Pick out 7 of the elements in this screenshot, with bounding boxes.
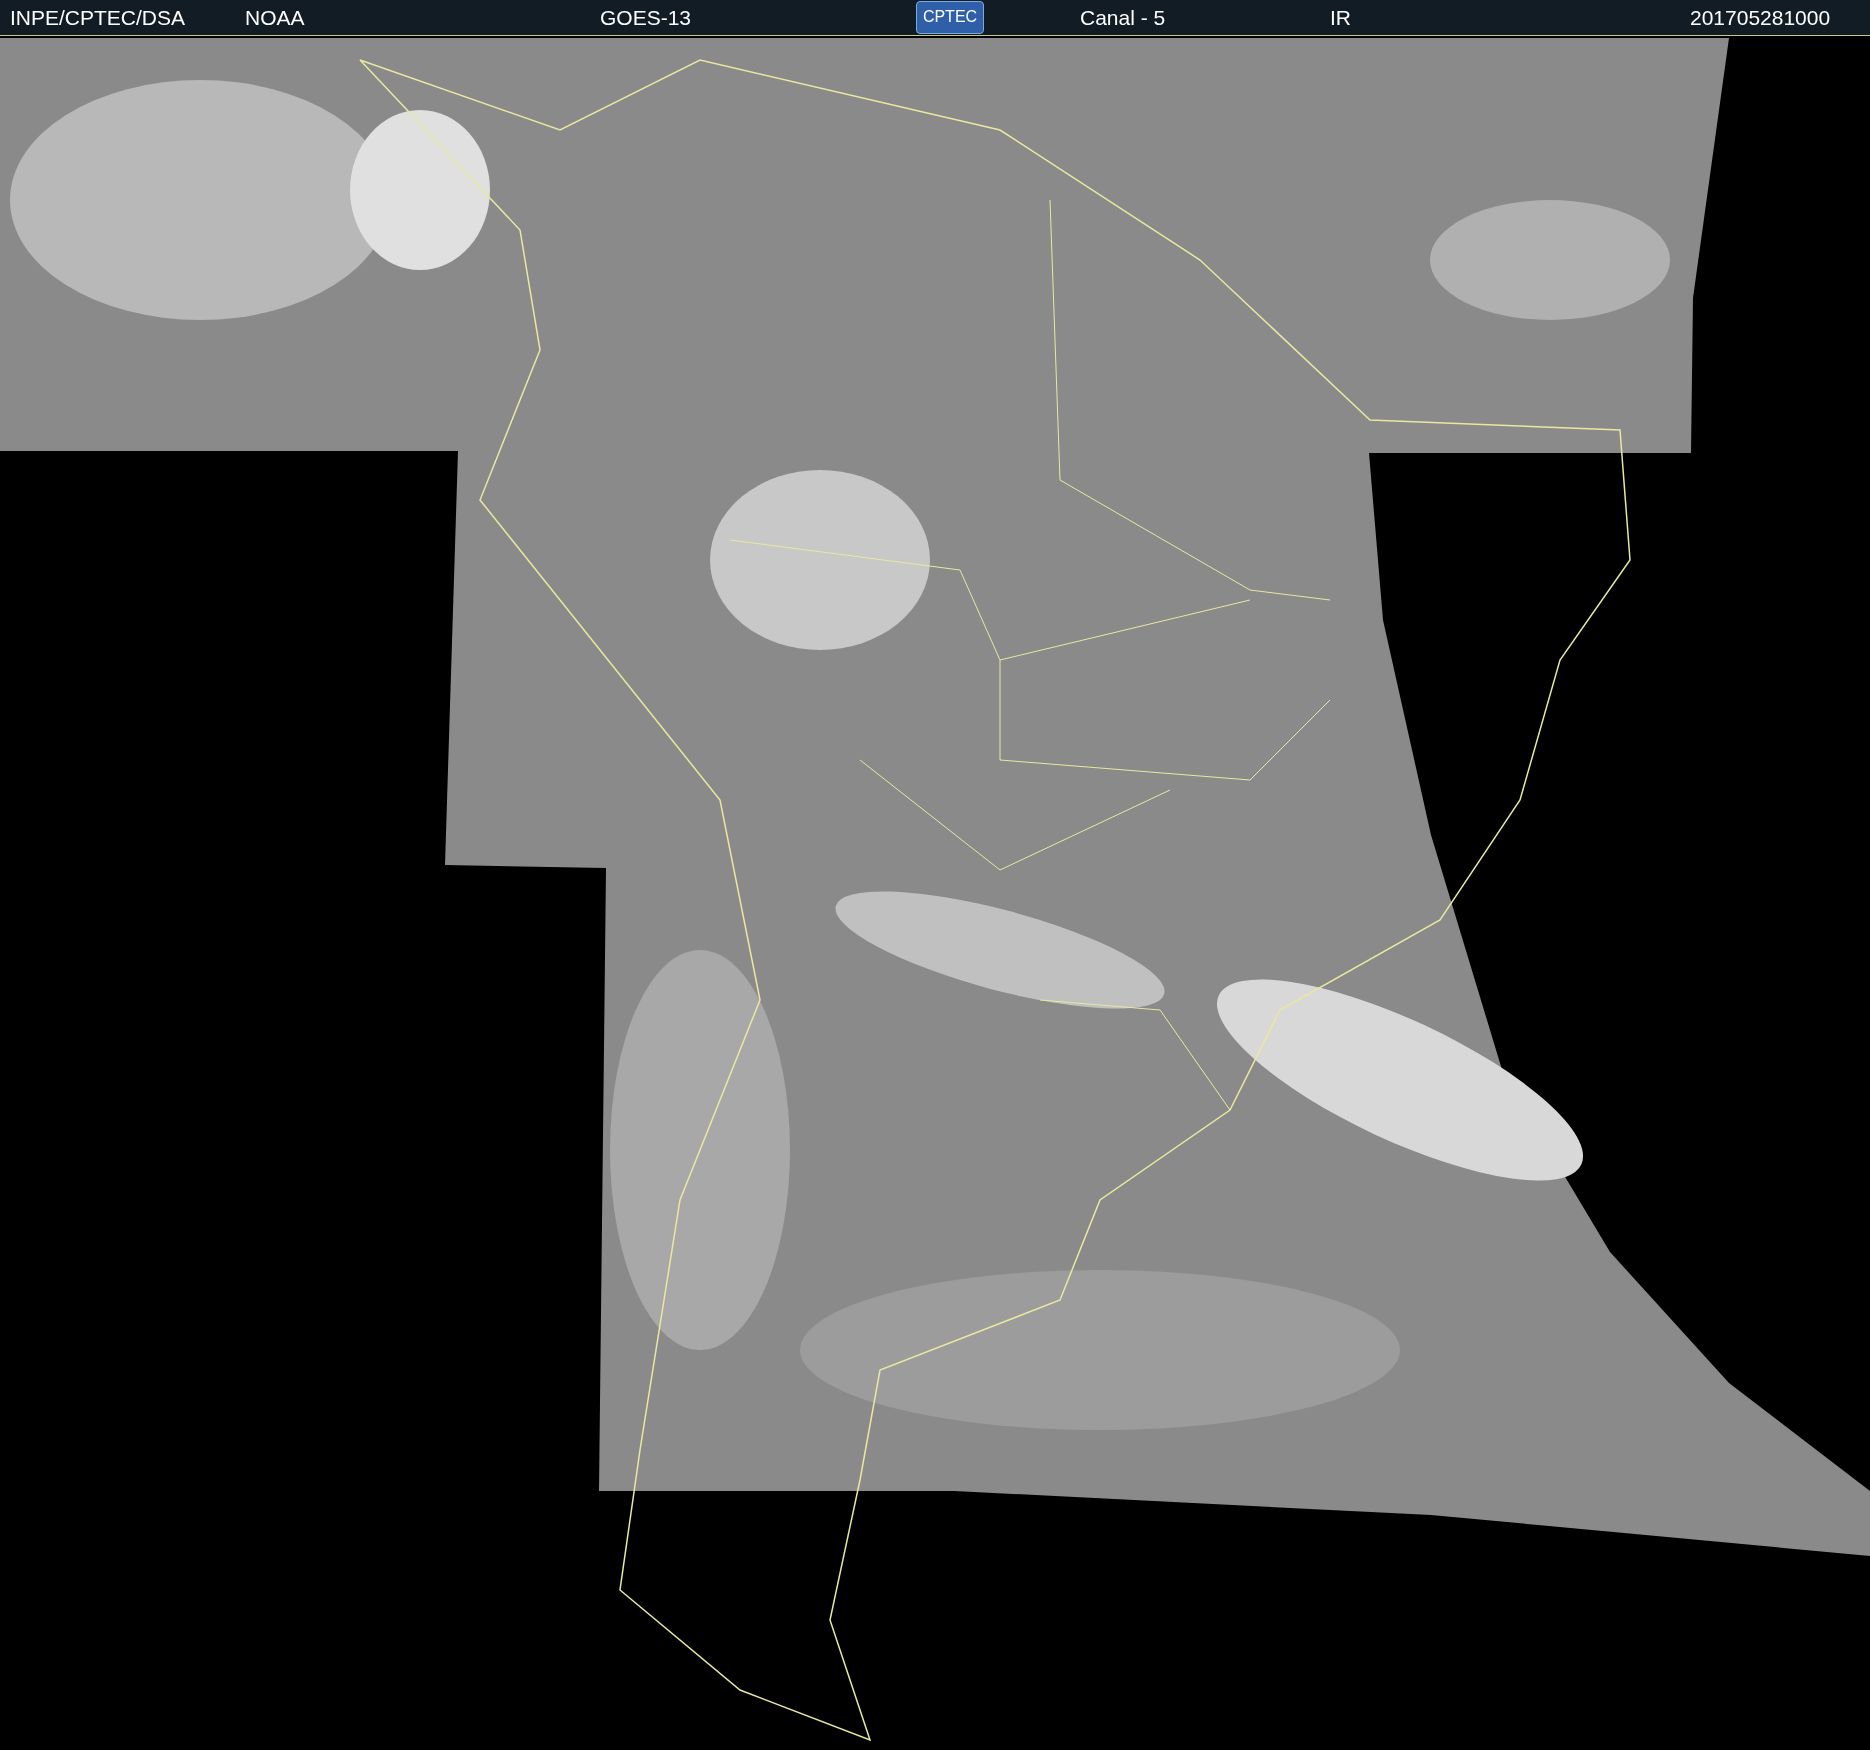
source-label: INPE/CPTEC/DSA [10,5,186,31]
timestamp-label: 201705281000 [1690,5,1831,31]
satellite-label: GOES-13 [600,5,692,31]
logo: CPTEC [916,1,984,34]
agency-label: NOAA [245,5,305,31]
channel-label: Canal - 5 [1080,5,1166,31]
band-label: IR [1330,5,1351,31]
